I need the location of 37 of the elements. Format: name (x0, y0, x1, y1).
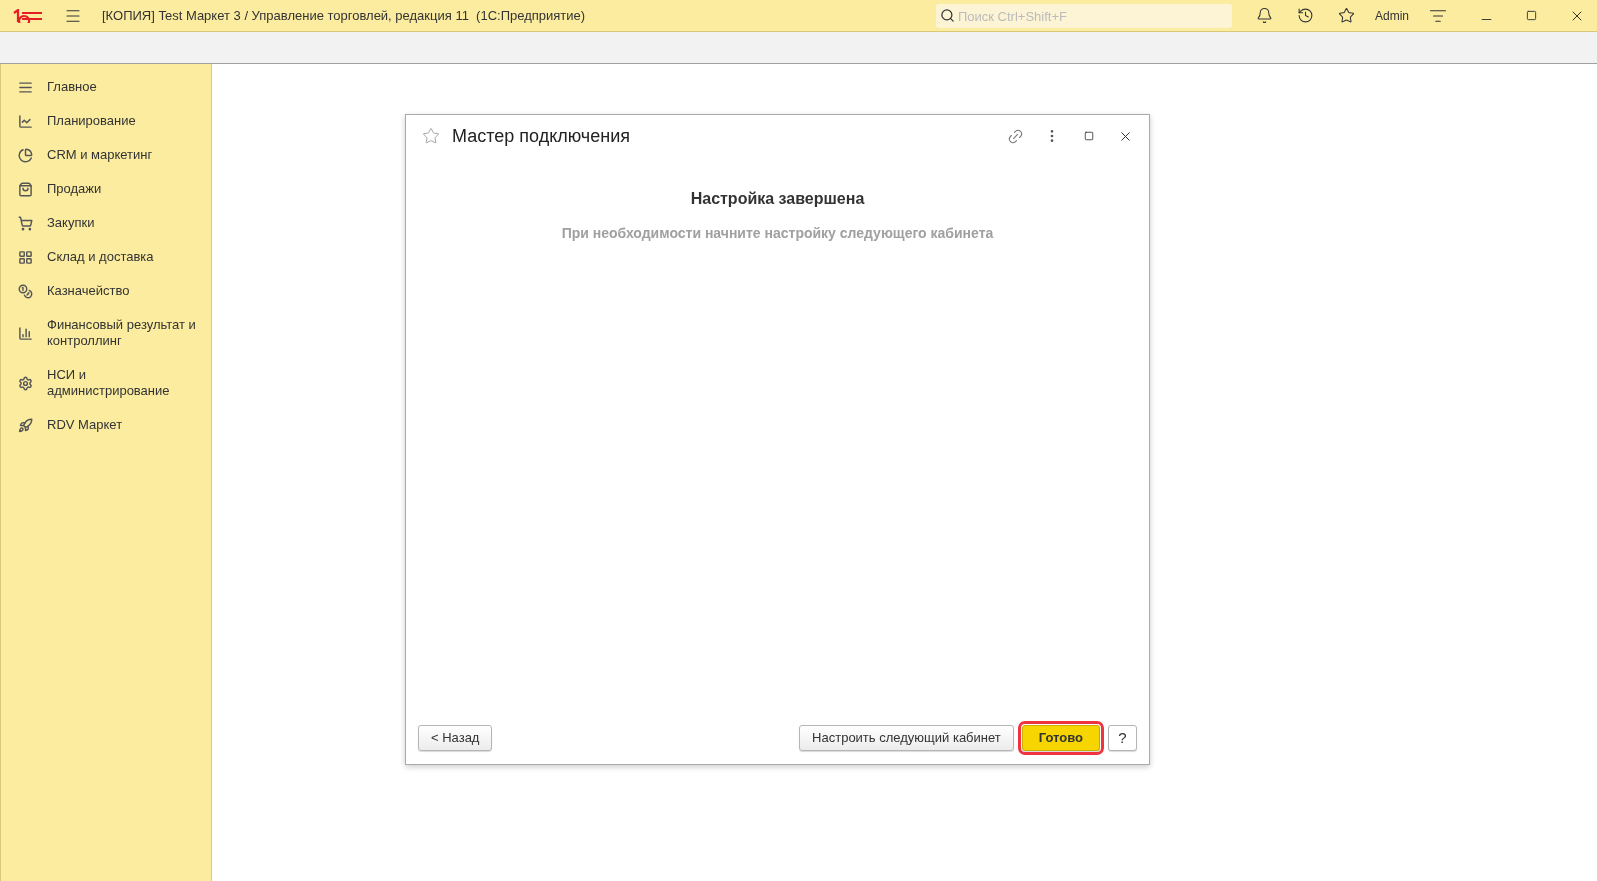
logo-icon (12, 8, 44, 23)
history-icon[interactable] (1297, 7, 1314, 24)
star-icon[interactable] (422, 127, 440, 145)
search-field[interactable]: Поиск Ctrl+Shift+F (936, 4, 1232, 28)
dialog-title: Мастер подключения (452, 124, 630, 148)
dialog-button[interactable]: < Назад (418, 725, 493, 751)
star-icon[interactable] (1338, 7, 1355, 24)
sidebar-item[interactable]: НСИ и администрирование (1, 358, 211, 408)
sidebar-item[interactable]: Продажи (1, 172, 211, 206)
sidebar-item[interactable]: Финансовый результат и контроллинг (1, 308, 211, 358)
dialog-button[interactable]: Настроить следующий кабинет (799, 725, 1014, 751)
bag-icon (18, 181, 33, 197)
chart-icon (18, 113, 33, 129)
coins-icon (18, 283, 33, 299)
sidebar-item[interactable]: Казначейство (1, 274, 211, 308)
heading: Настройка завершена (690, 189, 865, 209)
sidebar-item[interactable]: Планирование (1, 104, 211, 138)
settings-icon (18, 375, 33, 391)
bell-icon[interactable] (1256, 7, 1273, 24)
pie-chart-icon (18, 147, 33, 163)
bar-chart-icon (18, 325, 33, 341)
maximize-icon[interactable] (1526, 10, 1537, 21)
sidebar-item[interactable]: CRM и маркетинг (1, 138, 211, 172)
user-name[interactable]: Admin (1375, 6, 1409, 25)
window-title: [КОПИЯ] Test Маркет 3 / Управление торговлей, редакция 11 (1С:Предприятие) (102, 6, 586, 25)
list-icon (18, 79, 33, 95)
sidebar-item[interactable]: Главное (1, 70, 211, 104)
sidebar-item[interactable]: Склад и доставка (1, 240, 211, 274)
rocket-icon (18, 417, 33, 433)
sidebar-item[interactable]: RDV Маркет (1, 408, 211, 442)
message: При необходимости начните настройку следующего кабинета (561, 224, 994, 243)
maximize-icon[interactable] (1084, 131, 1094, 141)
sidebar-item[interactable]: Закупки (1, 206, 211, 240)
grid-icon (18, 249, 33, 265)
help-button[interactable]: ? (1108, 725, 1137, 751)
search-icon (940, 7, 955, 23)
cart-icon (18, 215, 33, 231)
